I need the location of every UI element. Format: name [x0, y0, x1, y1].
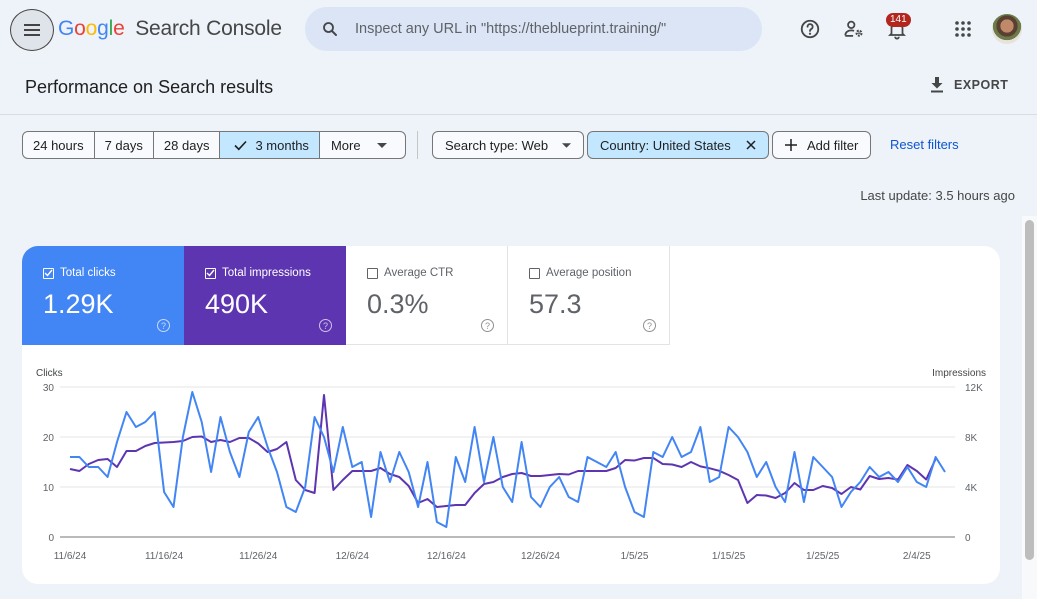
account-avatar[interactable]: [992, 14, 1022, 44]
reset-filters-link[interactable]: Reset filters: [890, 137, 959, 152]
main-menu-button[interactable]: [10, 9, 54, 51]
performance-card: Total clicks 1.29K ? Total impressions 4…: [22, 246, 1000, 584]
search-input[interactable]: Inspect any URL in "https://theblueprint…: [355, 21, 666, 37]
product-name: Search Console: [135, 17, 282, 40]
date-range-label: More: [330, 137, 361, 153]
metric-label: Total clicks: [60, 267, 116, 279]
y-tick-label-left: 30: [43, 383, 55, 394]
country-filter-chip[interactable]: Country: United States: [587, 131, 769, 159]
top-app-bar: Google Search Console Inspect any URL in…: [0, 0, 1037, 60]
metric-label: Total impressions: [222, 267, 311, 279]
y-tick-label-right: 8K: [965, 433, 978, 444]
x-tick-label: 11/16/24: [145, 551, 184, 562]
filter-divider: [417, 131, 418, 159]
metric-value: 1.29K: [43, 289, 114, 319]
date-range-24-hours[interactable]: 24 hours: [23, 132, 95, 158]
series-line-clicks: [70, 391, 946, 528]
logo-letter: g: [97, 17, 109, 40]
x-tick-label: 12/6/24: [336, 551, 370, 562]
metric-total-clicks[interactable]: Total clicks 1.29K ?: [22, 246, 184, 345]
plus-icon: [785, 139, 797, 151]
metric-average-ctr[interactable]: Average CTR 0.3% ?: [346, 246, 508, 345]
help-icon[interactable]: ?: [319, 319, 332, 332]
help-button[interactable]: [796, 15, 824, 43]
checkbox-checked-icon[interactable]: [205, 267, 216, 279]
x-tick-label: 11/26/24: [239, 551, 278, 562]
export-label: EXPORT: [954, 78, 1009, 92]
dropdown-arrow-icon: [376, 142, 387, 148]
date-range-3-months[interactable]: 3 months: [220, 132, 320, 158]
search-type-filter[interactable]: Search type: Web: [432, 131, 585, 159]
y-tick-label-right: 12K: [965, 383, 983, 394]
x-tick-label: 12/26/24: [521, 551, 560, 562]
y-tick-label-left: 10: [43, 483, 55, 494]
metric-label: Average position: [546, 267, 632, 279]
metric-label: Average CTR: [384, 267, 454, 279]
page-header: Performance on Search results EXPORT: [0, 60, 1037, 115]
right-axis-title: Impressions: [932, 368, 986, 379]
x-tick-label: 2/4/25: [903, 551, 931, 562]
date-range-label: 28 days: [163, 137, 210, 153]
checkbox-unchecked-icon[interactable]: [367, 267, 378, 279]
help-icon[interactable]: ?: [643, 319, 656, 332]
metric-value: 0.3%: [367, 289, 429, 319]
x-tick-label: 11/6/24: [54, 551, 87, 562]
logo-letter: G: [58, 17, 75, 40]
metric-value: 490K: [205, 289, 269, 319]
checkmark-icon: [234, 140, 248, 150]
checkbox-unchecked-icon[interactable]: [529, 267, 540, 279]
close-icon[interactable]: [746, 140, 756, 150]
apps-icon: [955, 21, 971, 37]
dropdown-arrow-icon: [562, 142, 572, 148]
metric-total-impressions[interactable]: Total impressions 490K ?: [184, 246, 346, 345]
country-filter-label: Country: United States: [600, 137, 731, 153]
metric-value: 57.3: [529, 289, 582, 319]
logo-letter: e: [113, 17, 125, 40]
product-logo[interactable]: Google Search Console: [58, 17, 282, 41]
y-tick-label-left: 0: [48, 533, 54, 544]
add-filter-label: Add filter: [807, 137, 859, 153]
x-tick-label: 1/5/25: [621, 551, 649, 562]
metric-average-position[interactable]: Average position 57.3 ?: [508, 246, 670, 345]
date-range-28-days[interactable]: 28 days: [154, 132, 221, 158]
add-filter-button[interactable]: Add filter: [772, 131, 872, 159]
x-tick-label: 12/16/24: [427, 551, 466, 562]
left-axis-title: Clicks: [36, 368, 63, 379]
date-range-selector: 24 hours 7 days 28 days 3 months More: [22, 131, 406, 159]
search-icon: [323, 22, 337, 36]
logo-letter: o: [85, 17, 98, 40]
x-tick-label: 1/25/25: [806, 551, 840, 562]
export-button[interactable]: EXPORT: [930, 77, 1008, 93]
help-icon: [800, 19, 820, 39]
page-scrollbar-thumb[interactable]: [1025, 220, 1034, 560]
notification-count-badge: 141: [886, 13, 911, 27]
last-update-text: Last update: 3.5 hours ago: [860, 188, 1015, 203]
x-tick-label: 1/15/25: [712, 551, 746, 562]
date-range-7-days[interactable]: 7 days: [95, 132, 154, 158]
manage-users-icon: [844, 20, 863, 37]
y-tick-label-left: 20: [43, 433, 55, 444]
search-type-label: Search type: Web: [445, 137, 549, 153]
date-range-label: 3 months: [255, 137, 309, 153]
date-range-label: 24 hours: [33, 137, 84, 153]
y-tick-label-right: 4K: [965, 483, 978, 494]
manage-users-button[interactable]: [840, 15, 868, 43]
date-range-more-dropdown[interactable]: More: [320, 132, 405, 158]
google-apps-button[interactable]: [949, 15, 977, 43]
logo-letter: o: [74, 17, 86, 40]
checkbox-checked-icon[interactable]: [43, 267, 54, 279]
download-icon: [931, 77, 943, 93]
y-tick-label-right: 0: [965, 533, 971, 544]
performance-chart[interactable]: Clicks Impressions 0 0 10 4K 20 8K 30 12K 11/6/…: [22, 356, 1000, 584]
page-title: Performance on Search results: [25, 77, 274, 97]
menu-icon: [24, 24, 40, 36]
help-icon[interactable]: ?: [481, 319, 494, 332]
date-range-label: 7 days: [104, 137, 143, 153]
url-inspection-search[interactable]: Inspect any URL in "https://theblueprint…: [305, 7, 762, 51]
help-icon[interactable]: ?: [157, 319, 170, 332]
